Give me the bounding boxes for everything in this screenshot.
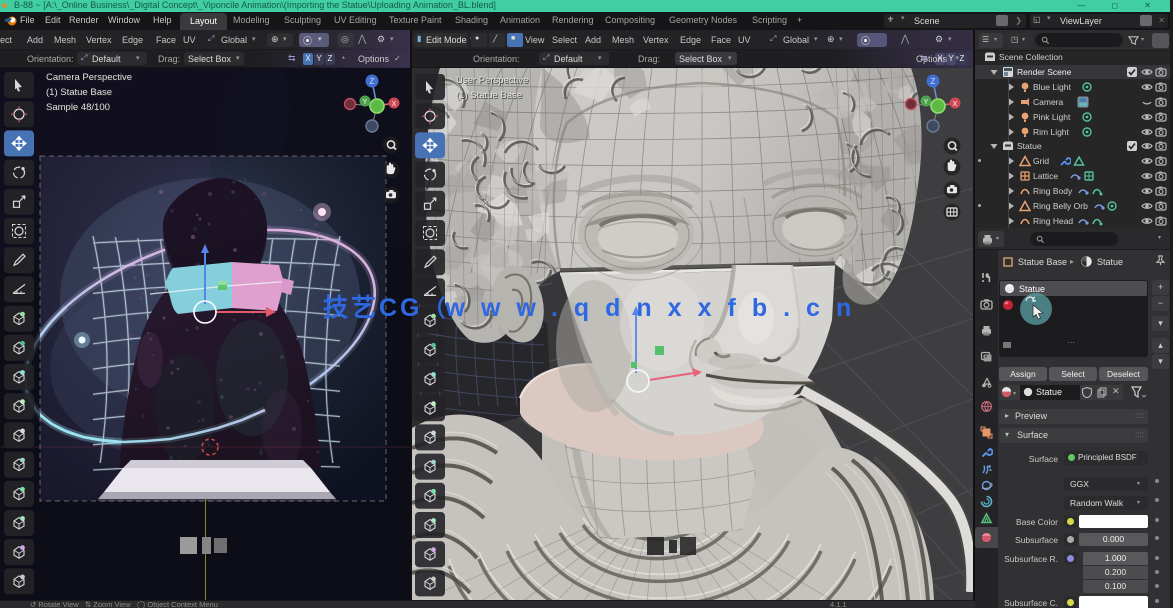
svg-text:(1) Statue Base: (1) Statue Base bbox=[46, 87, 112, 98]
svg-text:X: X bbox=[392, 101, 397, 108]
svg-text:Camera Perspective: Camera Perspective bbox=[46, 72, 132, 83]
svg-text:Z: Z bbox=[931, 77, 936, 86]
svg-text:Sample 48/100: Sample 48/100 bbox=[46, 102, 110, 113]
svg-text:Y: Y bbox=[924, 99, 929, 106]
svg-text:User Perspective: User Perspective bbox=[456, 75, 528, 86]
svg-text:Z: Z bbox=[370, 77, 375, 86]
svg-text:X: X bbox=[953, 101, 958, 108]
svg-text:Y: Y bbox=[363, 99, 368, 106]
svg-text:(1) Statue Base: (1) Statue Base bbox=[456, 90, 522, 101]
